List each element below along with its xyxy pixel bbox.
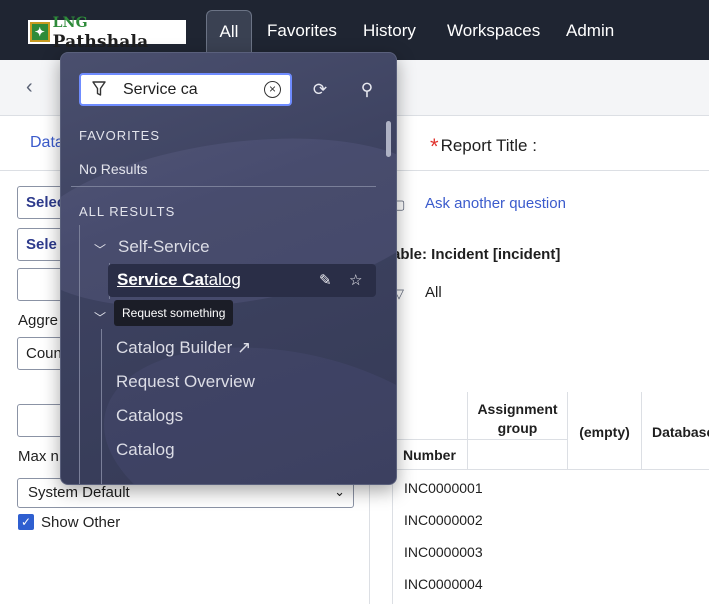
favorites-section-header: FAVORITES — [79, 128, 160, 143]
grid-header-number: Number — [393, 440, 468, 470]
all-menu-dropdown: × ⟳ ⚲ FAVORITES No Results ALL RESULTS ﹀… — [60, 52, 397, 485]
nav-tab-favorites[interactable]: Favorites — [267, 0, 337, 60]
required-asterisk-icon: * — [430, 134, 439, 159]
filter-icon — [92, 81, 106, 96]
grid-header-assignment: Assignment group — [468, 392, 568, 440]
grid-header-empty: (empty) — [568, 392, 642, 470]
report-grid: Assignment group (empty) Database Number… — [392, 392, 709, 604]
chevron-down-icon[interactable]: ﹀ — [94, 309, 106, 326]
menu-item-catalogs[interactable]: Catalogs — [116, 406, 183, 426]
aggregation-label: Aggre — [18, 312, 59, 329]
logo-icon: ✦ — [30, 22, 50, 42]
table-label: able: Incident [incident] — [392, 246, 561, 263]
table-row[interactable]: INC0000003 — [404, 544, 483, 560]
ask-another-question-link[interactable]: Ask another question — [425, 195, 566, 212]
logo[interactable]: ✦ LNG Pathshala — [28, 15, 186, 52]
logo-text: LNG Pathshala — [52, 15, 149, 52]
menu-item-catalog-builder[interactable]: Catalog Builder ↗ — [116, 338, 251, 358]
table-row[interactable]: INC0000004 — [404, 576, 483, 592]
favorites-no-results: No Results — [79, 161, 148, 177]
tab-data[interactable]: Data — [30, 134, 64, 152]
menu-scrollbar[interactable] — [386, 121, 391, 157]
chevron-down-icon: ⌄ — [334, 484, 345, 499]
grid-header-database: Database — [642, 392, 709, 470]
max-label: Max n — [18, 448, 59, 465]
menu-item-catalog[interactable]: Catalog — [116, 440, 175, 460]
pin-icon[interactable]: ⚲ — [356, 79, 378, 101]
show-other-label: Show Other — [41, 514, 121, 531]
edit-icon[interactable]: ✎ — [319, 271, 332, 289]
clear-search-icon[interactable]: × — [264, 81, 281, 98]
tree-guide-line — [101, 329, 102, 484]
nav-tab-workspaces[interactable]: Workspaces — [447, 0, 540, 60]
group-self-service[interactable]: Self-Service — [118, 237, 210, 257]
table-row[interactable]: INC0000001 — [404, 480, 483, 496]
grid-corner — [393, 392, 468, 440]
refresh-icon[interactable]: ⟳ — [309, 79, 331, 101]
menu-filter-input[interactable] — [123, 79, 253, 101]
back-arrow-icon[interactable]: ‹ — [26, 76, 33, 99]
all-results-section-header: ALL RESULTS — [79, 204, 176, 219]
menu-item-label: Service Catalog — [117, 270, 241, 289]
top-navigation: ✦ LNG Pathshala All Favorites History Wo… — [0, 0, 709, 62]
nav-tab-admin[interactable]: Admin — [566, 0, 614, 60]
chevron-down-icon[interactable]: ﹀ — [94, 241, 106, 258]
show-other-checkbox[interactable]: ✓ — [18, 514, 34, 530]
filter-value: All — [425, 284, 442, 301]
menu-item-request-overview[interactable]: Request Overview — [116, 372, 255, 392]
nav-tab-history[interactable]: History — [363, 0, 416, 60]
section-divider — [71, 186, 376, 187]
menu-filter-box: × — [79, 73, 292, 106]
table-row[interactable]: INC0000002 — [404, 512, 483, 528]
grid-subheader — [468, 440, 568, 470]
tooltip: Request something — [114, 300, 234, 326]
tree-guide-line — [79, 225, 80, 484]
star-icon[interactable]: ☆ — [349, 271, 362, 289]
menu-item-service-catalog[interactable]: Service Catalog ✎ ☆ — [108, 264, 376, 297]
report-title-label: * Report Title : — [430, 134, 537, 159]
